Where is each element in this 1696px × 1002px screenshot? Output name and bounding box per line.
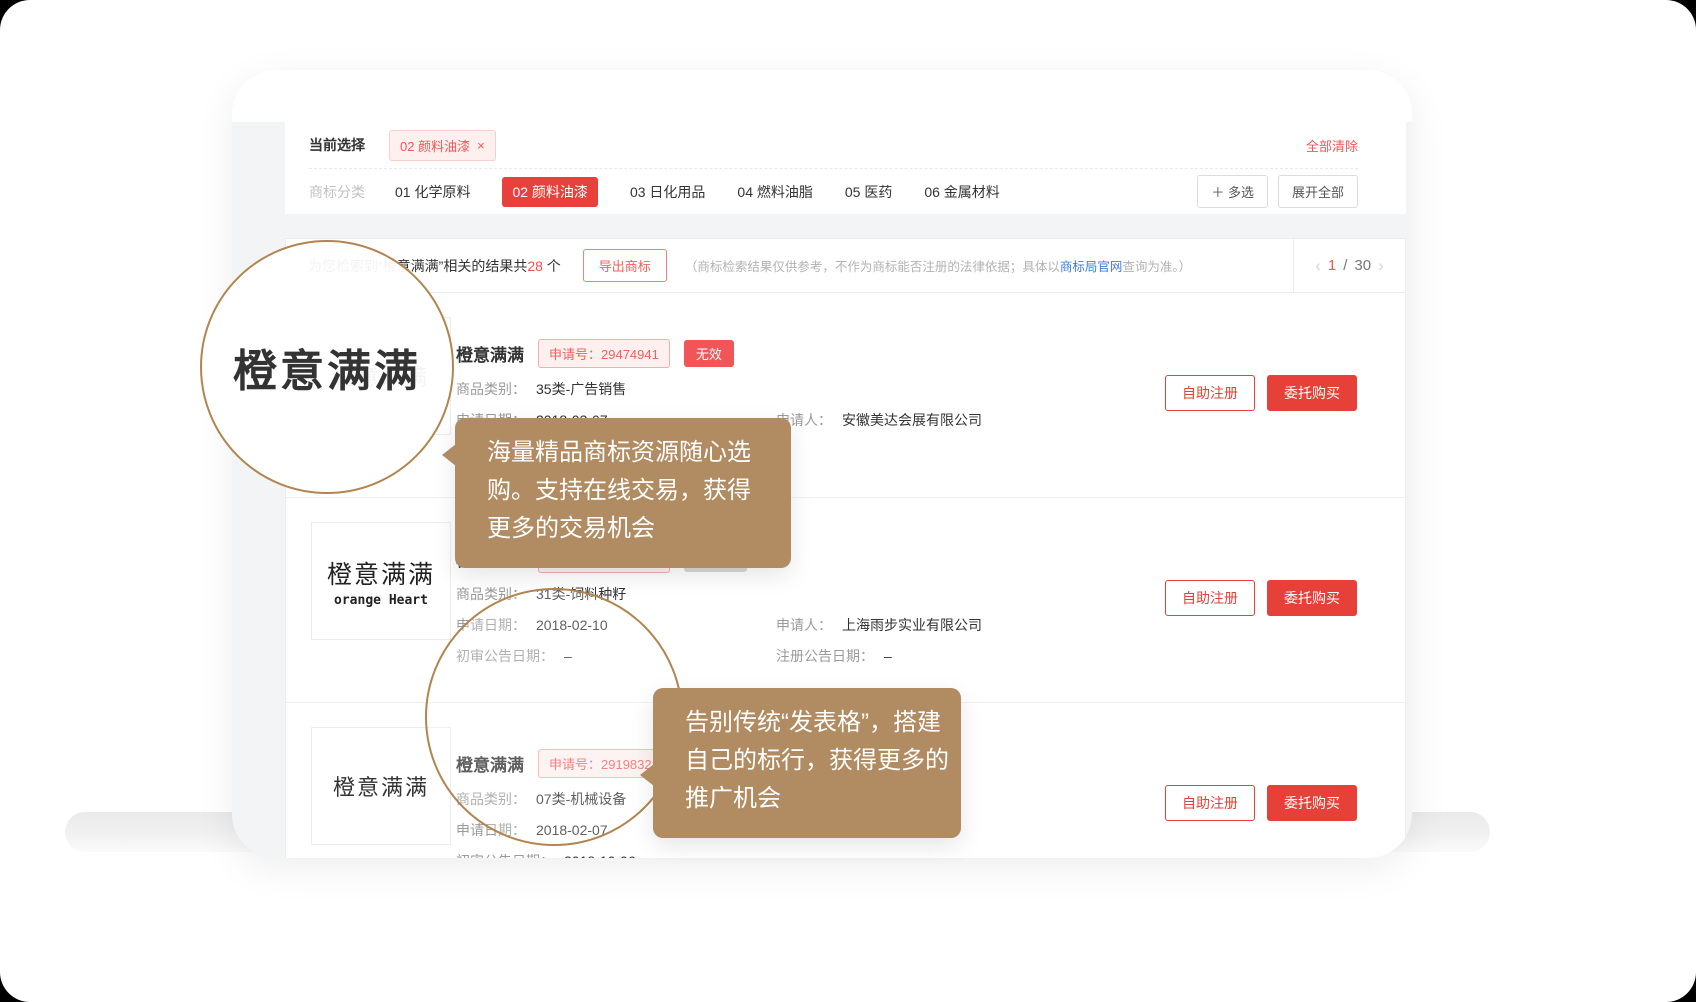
selected-filter-tag[interactable]: 02 颜料油漆 × (389, 130, 496, 161)
results-disclaimer: （商标检索结果仅供参考，不作为商标能否注册的法律依据；具体以商标局官网查询为准。… (685, 256, 1191, 275)
reg-publication-value: – (884, 646, 892, 666)
trademark-office-link[interactable]: 商标局官网 (1060, 260, 1123, 274)
category-item-02-selected[interactable]: 02 颜料油漆 (502, 177, 597, 207)
highlight-circle (425, 588, 683, 846)
expand-all-button[interactable]: 展开全部 (1278, 175, 1358, 208)
row-actions: 自助注册 委托购买 (1165, 785, 1357, 821)
current-page: 1 (1328, 257, 1336, 274)
results-unit: 个 (543, 258, 561, 274)
tooltip-arrow-left-icon (640, 764, 654, 786)
category-line: 商品类别： 35类-广告销售 (456, 379, 1076, 399)
category-label: 商品类别： (456, 379, 526, 399)
applicant-value: 上海雨步实业有限公司 (842, 615, 982, 635)
tooltip-arrow-left-icon (442, 444, 456, 466)
row-actions: 自助注册 委托购买 (1165, 580, 1357, 616)
tooltip-trade-resources: 海量精品商标资源随心选 购。支持在线交易，获得 更多的交易机会 (455, 418, 791, 568)
status-badge: 无效 (684, 340, 734, 367)
tooltip-line: 海量精品商标资源随心选 (487, 434, 761, 472)
self-register-button[interactable]: 自助注册 (1165, 580, 1255, 616)
publication-line: 初审公告日期： 2018-10-06 (456, 851, 1076, 858)
trademark-thumbnail: 橙意满满 orange Heart (311, 522, 451, 640)
self-register-button[interactable]: 自助注册 (1165, 785, 1255, 821)
category-actions: ＋ 多选 展开全部 (1197, 175, 1358, 208)
export-trademarks-button[interactable]: 导出商标 (583, 249, 667, 282)
disclaimer-post: 查询为准。） (1122, 260, 1191, 274)
total-pages: 30 (1354, 257, 1371, 274)
row-detail: 橙意满满 申请号：29474941 无效 商品类别： 35类-广告销售 申请日期… (456, 339, 1076, 430)
selected-filter-tag-label: 02 颜料油漆 (400, 136, 470, 155)
first-publication-value: 2018-10-06 (564, 851, 636, 858)
category-item-03[interactable]: 03 日化用品 (630, 182, 705, 202)
applicant-value: 安徽美达会展有限公司 (842, 410, 982, 430)
reg-publication-cell: 注册公告日期： – (776, 646, 892, 666)
next-page-arrow[interactable]: › (1378, 256, 1384, 276)
current-selection-row: 当前选择 02 颜料油漆 × 全部清除 (309, 122, 1358, 168)
trademark-name: 橙意满满 (456, 341, 524, 366)
clear-all-link[interactable]: 全部清除 (1306, 136, 1358, 155)
application-number-value: 29474941 (601, 347, 659, 362)
tooltip-line: 自己的标行，获得更多的 (685, 742, 931, 780)
results-count: 28 (527, 258, 543, 274)
entrust-buy-button[interactable]: 委托购买 (1267, 785, 1357, 821)
prev-page-arrow[interactable]: ‹ (1315, 256, 1321, 276)
category-item-04[interactable]: 04 燃料油脂 (737, 182, 812, 202)
category-item-06[interactable]: 06 金属材料 (924, 182, 999, 202)
category-item-01[interactable]: 01 化学原料 (395, 182, 470, 202)
category-value: 35类-广告销售 (536, 379, 626, 399)
trademark-name-line: 橙意满满 申请号：29474941 无效 (456, 339, 1076, 368)
entrust-buy-button[interactable]: 委托购买 (1267, 580, 1357, 616)
table-row: 橙意满满 橙意满满 申请号：29474941 无效 商品类别： 35类-广告销售 (286, 293, 1405, 498)
reg-publication-label: 注册公告日期： (776, 646, 874, 666)
tooltip-line: 购。支持在线交易，获得 (487, 472, 761, 510)
magnifier-circle: 橙意满满 (200, 240, 454, 494)
screen-top-area (232, 70, 1412, 122)
category-row-label: 商标分类 (309, 182, 365, 202)
page-separator: / (1343, 257, 1347, 274)
tooltip-promotion: 告别传统“发表格”，搭建 自己的标行，获得更多的 推广机会 (653, 688, 961, 838)
marketing-canvas: 当前选择 02 颜料油漆 × 全部清除 商标分类 01 化学原料 02 颜料油漆… (0, 0, 1696, 1002)
row-actions: 自助注册 委托购买 (1165, 375, 1357, 411)
disclaimer-pre: （商标检索结果仅供参考，不作为商标能否注册的法律依据；具体以 (685, 260, 1060, 274)
application-number-pill: 申请号：29474941 (538, 339, 670, 368)
tooltip-line: 告别传统“发表格”，搭建 (685, 704, 931, 742)
entrust-buy-button[interactable]: 委托购买 (1267, 375, 1357, 411)
application-number-label: 申请号： (549, 347, 601, 362)
multi-select-button[interactable]: ＋ 多选 (1197, 175, 1268, 208)
tooltip-line: 更多的交易机会 (487, 510, 761, 548)
applicant-label: 申请人： (776, 615, 832, 635)
category-item-05[interactable]: 05 医药 (845, 182, 892, 202)
results-header: 为您检索到“橙意满满”相关的结果共28 个 导出商标 （商标检索结果仅供参考，不… (286, 239, 1405, 293)
magnified-trademark-text: 橙意满满 (233, 335, 421, 399)
pagination: ‹ 1 / 30 › (1293, 239, 1405, 292)
tooltip-line: 推广机会 (685, 780, 931, 818)
results-header-left: 为您检索到“橙意满满”相关的结果共28 个 导出商标 （商标检索结果仅供参考，不… (286, 249, 1293, 282)
tag-close-icon[interactable]: × (477, 138, 485, 153)
category-row: 商标分类 01 化学原料 02 颜料油漆 03 日化用品 04 燃料油脂 05 … (309, 169, 1358, 214)
first-publication-label: 初审公告日期： (456, 851, 554, 858)
current-selection-label: 当前选择 (309, 135, 365, 155)
first-publication-cell: 初审公告日期： 2018-10-06 (456, 851, 776, 858)
thumbnail-text: 橙意满满 (327, 555, 435, 591)
applicant-cell: 申请人： 上海雨步实业有限公司 (776, 615, 982, 635)
thumbnail-subtext: orange Heart (334, 593, 428, 608)
self-register-button[interactable]: 自助注册 (1165, 375, 1255, 411)
filter-card: 当前选择 02 颜料油漆 × 全部清除 商标分类 01 化学原料 02 颜料油漆… (285, 122, 1406, 214)
thumbnail-text: 橙意满满 (333, 770, 429, 802)
applicant-cell: 申请人： 安徽美达会展有限公司 (776, 410, 982, 430)
